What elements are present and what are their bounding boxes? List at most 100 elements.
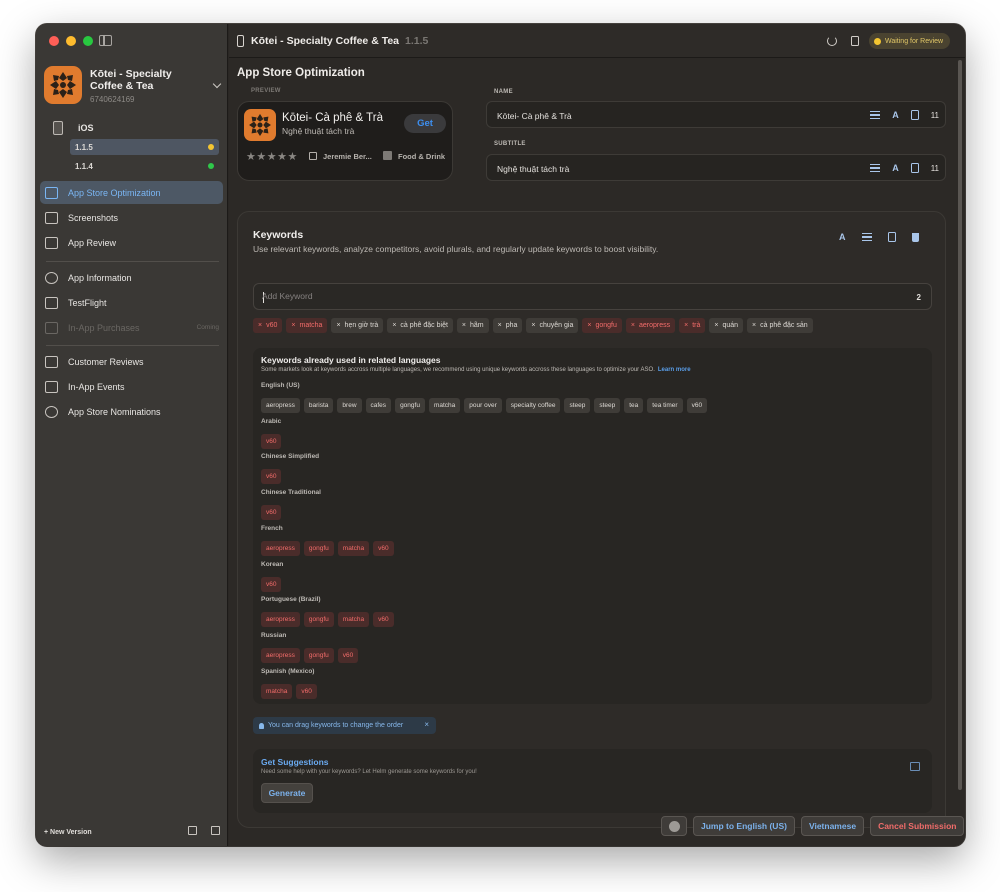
sidebar-divider [46,261,219,262]
sidebar-item-screenshots[interactable]: Screenshots [40,206,223,229]
remove-keyword-icon[interactable]: × [531,322,535,329]
remove-keyword-icon[interactable]: × [336,322,340,329]
sidebar-item-in-app-events[interactable]: In-App Events [40,375,223,398]
copy-icon[interactable] [910,163,919,173]
language-name: English (US) [261,382,300,389]
refresh-icon[interactable] [827,36,837,46]
star-icon [45,355,58,368]
font-size-icon[interactable]: A [839,232,846,242]
list-icon[interactable] [870,164,881,172]
language-button[interactable]: Vietnamese [800,816,865,836]
generate-button[interactable]: Generate [261,783,313,803]
char-count: 11 [930,163,939,173]
screenshots-icon [45,211,58,224]
rating-stars: ★★★★★ [246,151,298,163]
keyword-chip[interactable]: × gongfu [582,318,622,333]
new-version-button[interactable]: + New Version [44,829,92,836]
remove-keyword-icon[interactable]: × [392,322,396,329]
platform-ios[interactable]: iOS [44,118,220,138]
scrollbar[interactable] [958,60,962,790]
add-keyword-input[interactable] [262,291,862,301]
window-title-app: Kōtei - Specialty Coffee & Tea [251,35,400,47]
cancel-submission-button[interactable]: Cancel Submission [870,816,965,836]
list-icon[interactable] [861,233,872,241]
open-external-icon[interactable] [188,826,197,835]
copy-icon[interactable] [910,110,919,120]
keyword-chip-label: gongfu [595,322,617,329]
keyword-chip[interactable]: × matcha [286,318,328,333]
used-keyword-chip: v60 [261,469,282,485]
keyword-chip[interactable]: × pha [492,318,523,333]
zoom-window-button[interactable] [83,36,93,46]
main-content: Kōtei - Specialty Coffee & Tea 1.1.5 Wait… [229,24,965,846]
sidebar-item-testflight[interactable]: TestFlight [40,291,223,314]
chevron-down-icon[interactable] [212,79,222,89]
keyword-chip[interactable]: × v60 [253,318,283,333]
keyword-chip[interactable]: × cà phê đặc sản [747,318,813,333]
category-icon [383,151,392,160]
font-size-icon[interactable]: A [892,163,899,173]
app-selector[interactable]: Kōtei - Specialty Coffee & Tea 674062416… [44,66,224,106]
remove-keyword-icon[interactable]: × [291,322,295,329]
keyword-chip[interactable]: × chuyên gia [526,318,579,333]
status-badge[interactable]: Waiting for Review [869,33,951,49]
name-field[interactable]: Kōtei- Cà phê & Trà A 11 [486,101,946,128]
font-size-icon[interactable]: A [892,110,899,120]
jump-to-english-button[interactable]: Jump to English (US) [693,816,795,836]
keyword-chip-label: quán [722,322,739,329]
info-icon [45,271,58,284]
keyword-chip[interactable]: × aeropress [625,318,676,333]
subtitle-value[interactable]: Nghệ thuật tách trà [497,164,569,174]
remove-keyword-icon[interactable]: × [462,322,466,329]
used-keyword-chip: gongfu [303,540,334,556]
sidebar-item-app-store-nominations[interactable]: App Store Nominations [40,400,223,423]
settings-sliders-icon[interactable] [211,826,220,835]
remove-keyword-icon[interactable]: × [714,322,718,329]
remove-keyword-icon[interactable]: × [631,322,635,329]
list-icon[interactable] [870,111,881,119]
keyword-chip[interactable]: × trà [679,318,706,333]
used-keyword-chip: v60 [261,433,282,449]
sidebar-item-app-store-optimization[interactable]: App Store Optimization [40,181,223,204]
keyword-chip[interactable]: × hãm [456,318,489,333]
sidebar-item-app-review[interactable]: App Review [40,231,223,254]
close-icon[interactable]: × [424,720,429,729]
copy-icon[interactable] [851,36,859,46]
keyword-chip-label: cà phê đặc biệt [400,322,448,329]
remove-keyword-icon[interactable]: × [752,322,756,329]
checkmark-button[interactable] [661,816,687,836]
sidebar-toggle-icon[interactable] [99,35,112,46]
version-item[interactable]: 1.1.4 [70,158,219,174]
keyword-chip[interactable]: × cà phê đặc biệt [387,318,453,333]
used-keyword-chip: pour over [464,398,502,413]
remove-keyword-icon[interactable]: × [587,322,591,329]
learn-more-link[interactable]: Learn more [658,367,691,373]
used-keyword-chip: gongfu [395,398,425,413]
copy-icon[interactable] [887,232,896,242]
language-group: Spanish (Mexico) matcha v60 [261,668,317,699]
remove-keyword-icon[interactable]: × [258,322,262,329]
name-value[interactable]: Kōtei- Cà phê & Trà [497,111,572,121]
remove-keyword-icon[interactable]: × [498,322,502,329]
suggestions-icon [910,762,920,771]
add-keyword-field[interactable]: 2 [253,283,932,310]
app-window: Kōtei - Specialty Coffee & Tea 674062416… [36,24,965,846]
trash-icon[interactable] [911,232,919,242]
version-item[interactable]: 1.1.5 [70,139,219,155]
language-group: Chinese Traditional v60 [261,489,321,521]
used-keyword-chip: brew [337,398,362,413]
sidebar-item-label: In-App Purchases [68,322,140,333]
lightbulb-icon [259,722,264,729]
remove-keyword-icon[interactable]: × [684,322,688,329]
language-group: French aeropress gongfu matcha v60 [261,525,394,556]
subtitle-field[interactable]: Nghệ thuật tách trà A 11 [486,154,946,181]
related-languages-description: Some markets look at keywords accross mu… [261,367,691,373]
sidebar-item-customer-reviews[interactable]: Customer Reviews [40,350,223,373]
status-dot [874,37,881,45]
minimize-window-button[interactable] [66,36,76,46]
used-keyword-chip: specialty coffee [505,398,561,413]
keyword-chip[interactable]: × hẹn giờ trà [331,318,384,333]
sidebar-item-app-information[interactable]: App Information [40,266,223,289]
keyword-chip[interactable]: × quán [709,318,744,333]
close-window-button[interactable] [49,36,59,46]
